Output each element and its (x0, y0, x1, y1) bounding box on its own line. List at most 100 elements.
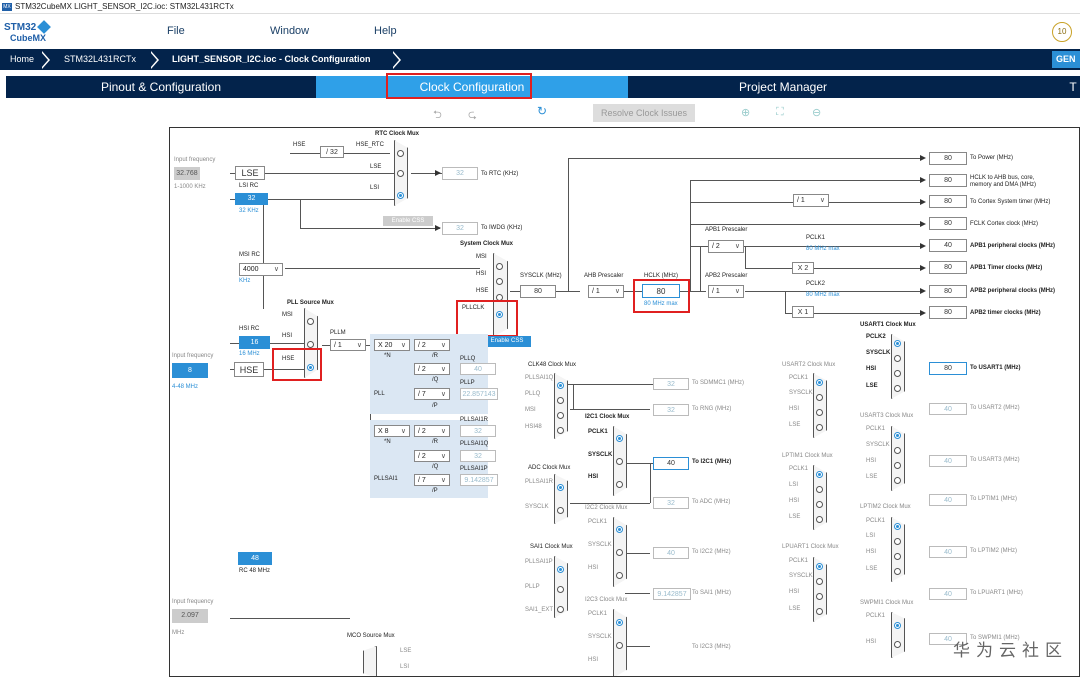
pllsai1-p-select[interactable]: / 7 (414, 474, 450, 486)
lp2-radio[interactable] (894, 538, 901, 545)
breadcrumb-project[interactable]: LIGHT_SENSOR_I2C.ioc - Clock Configurati… (172, 49, 371, 70)
lp1-radio[interactable] (816, 471, 823, 478)
pll-q-select[interactable]: / 2 (414, 363, 450, 375)
u1-radio[interactable] (894, 385, 901, 392)
input-frequency2-field[interactable]: 2.097 (172, 609, 208, 623)
sys-hsi-radio[interactable] (496, 278, 503, 285)
lpu-radio[interactable] (816, 593, 823, 600)
lp1-radio[interactable] (816, 486, 823, 493)
pll-src-msi-radio[interactable] (307, 318, 314, 325)
u1-radio[interactable] (894, 370, 901, 377)
enable-css-rtc-button[interactable]: Enable CSS (383, 216, 433, 226)
apb2-prescaler-select[interactable]: / 1 (708, 285, 744, 298)
tab-project-manager[interactable]: Project Manager (628, 76, 938, 98)
i2c1-hsi-radio[interactable] (616, 481, 623, 488)
pllsai1p-value: 9.142857 (460, 474, 498, 486)
i2c3-radio[interactable] (616, 619, 623, 626)
apb1-prescaler-select[interactable]: / 2 (708, 240, 744, 253)
msi-range-select[interactable]: 4000 (239, 263, 283, 276)
rtc-hse-radio[interactable] (397, 150, 404, 157)
adc-radio[interactable] (557, 507, 564, 514)
clk48-radio[interactable] (557, 412, 564, 419)
menu-window[interactable]: Window (270, 25, 309, 37)
clk48-radio[interactable] (557, 382, 564, 389)
lp2-lsi: LSI (866, 533, 876, 539)
pllsai1-r-select[interactable]: / 2 (414, 425, 450, 437)
sys-msi-radio[interactable] (496, 263, 503, 270)
rtc-lse-radio[interactable] (397, 170, 404, 177)
i2c2-radio[interactable] (616, 572, 623, 579)
breadcrumb-chip[interactable]: STM32L431RCTx (64, 49, 136, 70)
pll-p-select[interactable]: / 7 (414, 388, 450, 400)
generate-code-button[interactable]: GEN (1052, 51, 1080, 68)
lpu-radio[interactable] (816, 563, 823, 570)
zoom-in-icon[interactable]: ⊕ (741, 106, 750, 119)
u3-radio[interactable] (894, 432, 901, 439)
zoom-out-icon[interactable]: ⊖ (812, 106, 821, 119)
anniversary-badge-icon[interactable]: 10 (1052, 22, 1072, 42)
sai1-radio[interactable] (557, 566, 564, 573)
lp2-radio[interactable] (894, 523, 901, 530)
u2-radio[interactable] (816, 409, 823, 416)
fit-to-screen-icon[interactable]: ⛶ (776, 106, 784, 119)
lpu-radio[interactable] (816, 578, 823, 585)
apb1-prescaler-label: APB1 Prescaler (705, 227, 748, 233)
u1-radio[interactable] (894, 355, 901, 362)
mco-lsi: LSI (400, 664, 410, 670)
sai1-radio[interactable] (557, 606, 564, 613)
u1-radio[interactable] (894, 340, 901, 347)
menu-file[interactable]: File (167, 25, 185, 37)
lp1-radio[interactable] (816, 501, 823, 508)
i2c2-radio[interactable] (616, 549, 623, 556)
menu-help[interactable]: Help (374, 25, 397, 37)
i2c1-pclk-radio[interactable] (616, 435, 623, 442)
adc-mux[interactable] (554, 474, 568, 524)
resolve-clock-issues-button[interactable]: Resolve Clock Issues (593, 104, 695, 122)
breadcrumb-home[interactable]: Home (10, 49, 34, 70)
rtc-lsi-radio[interactable] (397, 192, 404, 199)
swpmi-mux[interactable] (891, 612, 905, 658)
lse-button[interactable]: LSE (235, 166, 265, 180)
usart1-mux-title: USART1 Clock Mux (860, 322, 916, 328)
adc-in1: PLLSAI1R (525, 479, 554, 485)
pllm-select[interactable]: / 1 (330, 339, 366, 351)
u3-radio[interactable] (894, 462, 901, 469)
u2-radio[interactable] (816, 424, 823, 431)
u2-radio[interactable] (816, 394, 823, 401)
redo-icon[interactable]: ⮎ (468, 106, 477, 125)
pll-src-hsi-radio[interactable] (307, 341, 314, 348)
enable-css-button[interactable]: Enable CSS (483, 336, 531, 347)
pllsai1-q-select[interactable]: / 2 (414, 450, 450, 462)
lp1-radio[interactable] (816, 516, 823, 523)
clk48-radio[interactable] (557, 397, 564, 404)
lp2-radio[interactable] (894, 568, 901, 575)
undo-icon[interactable]: ⮌ (433, 106, 442, 125)
refresh-icon[interactable]: ↻ (537, 104, 547, 118)
to-sai1-label: To SAI1 (MHz) (692, 590, 732, 596)
mco-source-mux[interactable] (363, 646, 377, 676)
i2c2-radio[interactable] (616, 526, 623, 533)
hse-frequency-field[interactable]: 8 (172, 363, 208, 378)
lp2-radio[interactable] (894, 553, 901, 560)
lpu-radio[interactable] (816, 608, 823, 615)
pllsai1-n-select[interactable]: X 8 (374, 425, 410, 437)
sai1-radio[interactable] (557, 586, 564, 593)
tab-pinout[interactable]: Pinout & Configuration (6, 76, 316, 98)
u3-radio[interactable] (894, 477, 901, 484)
adc-radio[interactable] (557, 484, 564, 491)
pll-n-select[interactable]: X 20 (374, 339, 410, 351)
tab-tools[interactable]: T (1066, 76, 1080, 98)
u3-radio[interactable] (894, 447, 901, 454)
sw-radio[interactable] (894, 641, 901, 648)
lse-frequency-field[interactable]: 32.768 (174, 167, 200, 180)
hse-button[interactable]: HSE (234, 362, 264, 377)
sw-radio[interactable] (894, 622, 901, 629)
pll-r-select[interactable]: / 2 (414, 339, 450, 351)
systimer-divider-select[interactable]: / 1 (793, 194, 829, 207)
ahb-prescaler-select[interactable]: / 1 (588, 285, 624, 298)
clk48-radio[interactable] (557, 427, 564, 434)
i2c3-radio[interactable] (616, 642, 623, 649)
apb1-peripheral-value: 40 (929, 239, 967, 252)
i2c1-sysclk-radio[interactable] (616, 458, 623, 465)
u2-radio[interactable] (816, 379, 823, 386)
